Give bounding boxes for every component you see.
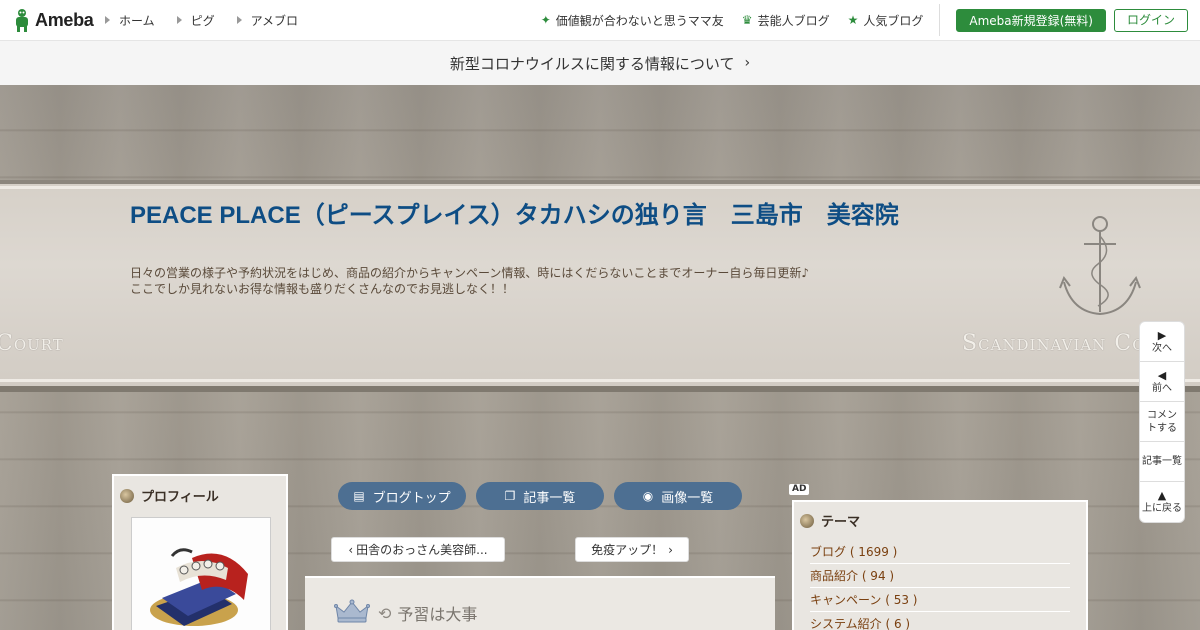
prev-article-label: 田舎のおっさん美容師... (356, 543, 488, 557)
link-celebrity-blog[interactable]: ♛ 芸能人ブログ (742, 12, 830, 29)
stone-icon (800, 513, 814, 528)
comment-button[interactable]: コメントする (1140, 402, 1184, 442)
blog-title[interactable]: PEACE PLACE（ピースプレイス）タカハシの独り言 三島市 美容院 (130, 199, 930, 232)
article-title-text: 予習は大事 (397, 605, 478, 624)
document-icon: ▤ (353, 489, 365, 503)
pill-label: 画像一覧 (661, 490, 714, 506)
anchor-icon (1059, 216, 1141, 316)
camera-icon: ◉ (642, 489, 654, 503)
heading-label: テーマ (821, 515, 861, 530)
image-list-pill[interactable]: ◉ 画像一覧 (614, 482, 742, 510)
header-right: ✦ 価値観が合わないと思うママ友 ♛ 芸能人ブログ ★ 人気ブログ Ameba新規登録… (523, 0, 1188, 40)
link-label: 人気ブログ (863, 13, 924, 28)
back-to-top-button[interactable]: ▲ 上に戻る (1140, 482, 1184, 522)
theme-box: テーマ ブログ ( 1699 ) 商品紹介 ( 94 ) キャンペーン ( 53… (792, 500, 1088, 630)
side-nav-label: 次へ (1152, 342, 1172, 354)
next-article-button[interactable]: 免疫アップ！ › (575, 537, 689, 562)
play-left-icon: ◀ (1157, 368, 1167, 382)
profile-photo (132, 518, 270, 630)
description-line: ここでしか見れないお得な情報も盛りだくさんなのでお見逃しなく！！ (130, 282, 515, 296)
triangle-right-icon (176, 16, 182, 24)
link-mama-tomo[interactable]: ✦ 価値観が合わないと思うママ友 (541, 12, 724, 29)
register-button[interactable]: Ameba新規登録(無料) (956, 8, 1106, 32)
banner-text-left: Court (0, 331, 64, 356)
chevron-right-icon: › (668, 542, 673, 557)
chevron-right-icon: › (744, 55, 751, 71)
link-label: 価値観が合わないと思うママ友 (555, 13, 724, 28)
nav-label: ピグ (190, 13, 215, 28)
next-button[interactable]: ▶ 次へ (1140, 322, 1184, 362)
profile-image[interactable] (131, 517, 271, 630)
profile-heading: プロフィール (120, 486, 219, 505)
floating-side-nav: ▶ 次へ ◀ 前へ コメントする 記事一覧 ▲ 上に戻る (1139, 321, 1185, 523)
description-line: 日々の営業の様子や予約状況をはじめ、商品の紹介からキャンペーン情報、時にはくだら… (130, 266, 810, 280)
play-right-icon: ▶ (1157, 328, 1167, 342)
nav-label: ホーム (119, 13, 155, 28)
banner-text-right: Scandinavian Cou (962, 331, 1160, 356)
prev-article-button[interactable]: ‹ 田舎のおっさん美容師... (331, 537, 505, 562)
global-nav: ホーム ピグ アメブロ (105, 0, 320, 40)
theme-list: ブログ ( 1699 ) 商品紹介 ( 94 ) キャンペーン ( 53 ) シ… (810, 540, 1070, 630)
crown-icon: ♛ (741, 13, 753, 27)
theme-item[interactable]: キャンペーン ( 53 ) (810, 588, 1070, 612)
pill-label: ブログトップ (372, 490, 451, 506)
login-button[interactable]: ログイン (1113, 8, 1188, 32)
triangle-right-icon (236, 16, 242, 24)
blog-top-button[interactable]: ▤ ブログトップ (338, 482, 466, 510)
side-nav-label: 記事一覧 (1142, 456, 1182, 467)
nav-pigg[interactable]: ピグ (176, 12, 215, 29)
covid-notice-bar[interactable]: 新型コロナウイルスに関する情報について › (0, 41, 1200, 85)
theme-item[interactable]: ブログ ( 1699 ) (810, 540, 1070, 564)
crown-icon (334, 599, 370, 623)
article-list-pill[interactable]: ❐ 記事一覧 (476, 482, 604, 510)
theme-item[interactable]: システム紹介 ( 6 ) (810, 612, 1070, 630)
nav-home[interactable]: ホーム (105, 12, 155, 29)
nav-label: アメブロ (250, 13, 299, 28)
link-label: 芸能人ブログ (757, 13, 830, 28)
star-icon: ★ (847, 13, 859, 27)
nav-ameblo[interactable]: アメブロ (236, 12, 299, 29)
copy-icon: ❐ (504, 489, 516, 503)
blog-description: 日々の営業の様子や予約状況をはじめ、商品の紹介からキャンペーン情報、時にはくだら… (130, 265, 830, 297)
notice-text: 新型コロナウイルスに関する情報について (449, 54, 735, 73)
side-nav-label: コメントする (1147, 409, 1177, 434)
ameba-logo[interactable]: Ameba (12, 8, 94, 32)
side-nav-label: 上に戻る (1142, 503, 1182, 514)
theme-item[interactable]: 商品紹介 ( 94 ) (810, 564, 1070, 588)
side-nav-label: 前へ (1152, 382, 1172, 394)
ameba-logo-icon (16, 9, 28, 32)
heading-label: プロフィール (141, 490, 219, 505)
triangle-up-icon: ▲ (1157, 489, 1167, 502)
logo-text: Ameba (35, 9, 94, 30)
ad-label: AD (789, 484, 810, 495)
pill-label: 記事一覧 (523, 490, 576, 506)
article-list-button[interactable]: 記事一覧 (1140, 442, 1184, 482)
profile-box: プロフィール (112, 474, 288, 630)
reblog-icon: ⟲ (378, 603, 392, 623)
article-title[interactable]: ⟲ 予習は大事 (378, 601, 477, 625)
chevron-left-icon: ‹ (348, 542, 354, 557)
theme-heading: テーマ (800, 511, 860, 530)
divider (939, 4, 941, 36)
global-header: Ameba ホーム ピグ アメブロ ✦ 価値観が合わないと思うママ友 ♛ 芸能人ブロ… (0, 0, 1200, 41)
stone-icon (120, 488, 134, 503)
next-article-label: 免疫アップ！ (591, 543, 664, 557)
article-box (305, 576, 775, 630)
prev-button[interactable]: ◀ 前へ (1140, 362, 1184, 402)
link-popular-blog[interactable]: ★ 人気ブログ (848, 12, 924, 29)
triangle-right-icon (105, 16, 110, 24)
sparkle-icon: ✦ (540, 13, 551, 27)
